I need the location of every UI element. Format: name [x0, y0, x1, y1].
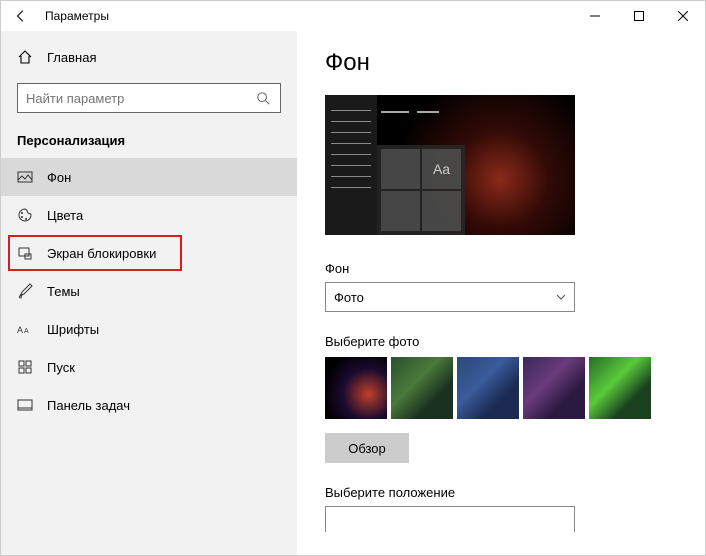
maximize-button[interactable]: [617, 1, 661, 31]
section-title: Персонализация: [1, 127, 297, 158]
preview-sample-text: Aa: [422, 149, 461, 189]
nav-item-colors[interactable]: Цвета: [1, 196, 297, 234]
nav-label: Темы: [47, 284, 80, 299]
picture-icon: [17, 169, 33, 185]
nav-label: Фон: [47, 170, 71, 185]
nav-label: Шрифты: [47, 322, 99, 337]
nav-label: Экран блокировки: [47, 246, 156, 261]
nav-item-background[interactable]: Фон: [1, 158, 297, 196]
nav-label: Пуск: [47, 360, 75, 375]
photo-thumbnails: [325, 357, 677, 419]
back-button[interactable]: [1, 1, 41, 31]
browse-button[interactable]: Обзор: [325, 433, 409, 463]
palette-icon: [17, 207, 33, 223]
svg-text:A: A: [24, 328, 29, 335]
search-icon: [256, 91, 272, 105]
thumbnail[interactable]: [391, 357, 453, 419]
taskbar-icon: [17, 397, 33, 413]
choose-photo-label: Выберите фото: [325, 334, 677, 349]
lockscreen-icon: [17, 245, 33, 261]
page-heading: Фон: [325, 49, 677, 77]
thumbnail[interactable]: [523, 357, 585, 419]
sidebar: Главная Персонализация Фон Цвета: [1, 31, 297, 555]
desktop-preview: Aa: [325, 95, 575, 235]
browse-label: Обзор: [348, 441, 386, 456]
search-box[interactable]: [17, 83, 281, 113]
nav-label: Панель задач: [47, 398, 130, 413]
home-label: Главная: [47, 50, 96, 65]
thumbnail[interactable]: [457, 357, 519, 419]
nav-item-themes[interactable]: Темы: [1, 272, 297, 310]
minimize-button[interactable]: [573, 1, 617, 31]
home-link[interactable]: Главная: [1, 39, 297, 75]
close-button[interactable]: [661, 1, 705, 31]
svg-text:A: A: [17, 325, 23, 335]
nav-label: Цвета: [47, 208, 83, 223]
position-label: Выберите положение: [325, 485, 677, 500]
thumbnail[interactable]: [589, 357, 651, 419]
nav-item-taskbar[interactable]: Панель задач: [1, 386, 297, 424]
content-area: Фон Aa Фон Фото: [297, 31, 705, 555]
window-title: Параметры: [45, 9, 109, 23]
background-dropdown[interactable]: Фото: [325, 282, 575, 312]
brush-icon: [17, 283, 33, 299]
nav-item-lockscreen[interactable]: Экран блокировки: [9, 236, 181, 270]
font-icon: AA: [17, 321, 33, 337]
nav-item-start[interactable]: Пуск: [1, 348, 297, 386]
dropdown-value: Фото: [334, 290, 364, 305]
position-dropdown[interactable]: [325, 506, 575, 532]
search-input[interactable]: [26, 91, 256, 106]
titlebar: Параметры: [1, 1, 705, 31]
background-label: Фон: [325, 261, 677, 276]
home-icon: [17, 49, 33, 65]
chevron-down-icon: [556, 294, 566, 300]
nav-item-fonts[interactable]: AA Шрифты: [1, 310, 297, 348]
thumbnail[interactable]: [325, 357, 387, 419]
start-icon: [17, 359, 33, 375]
